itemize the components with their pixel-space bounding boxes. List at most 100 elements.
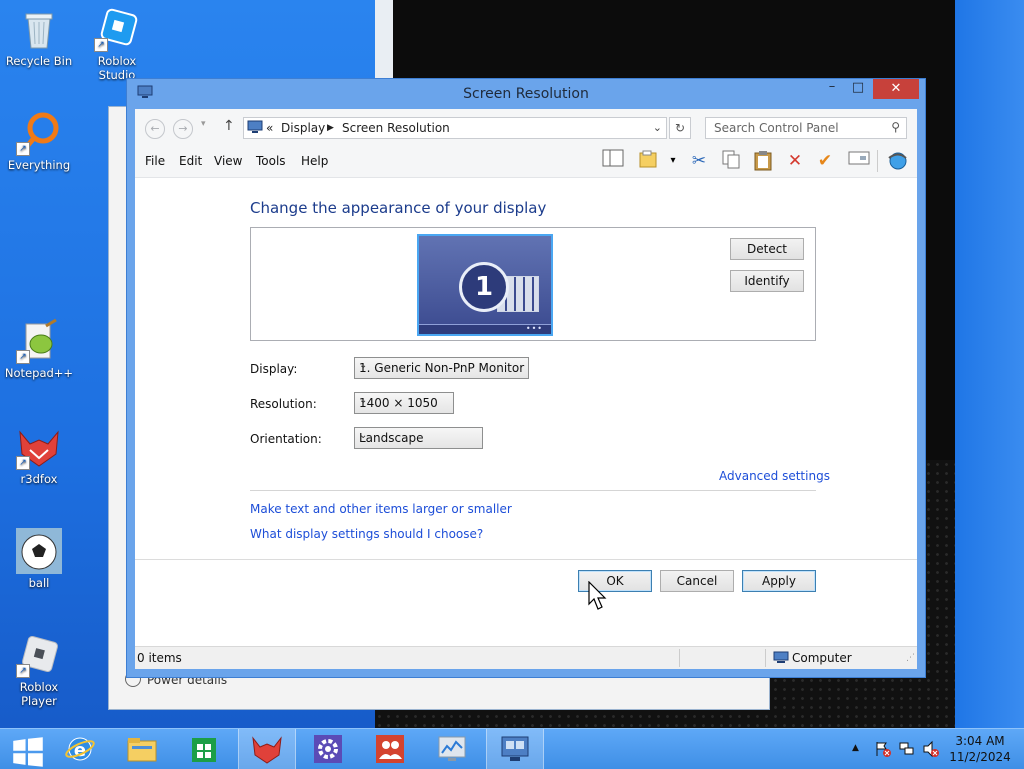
folder-views-icon[interactable] bbox=[637, 149, 661, 173]
control-panel-globe-icon[interactable] bbox=[885, 149, 909, 173]
network-icon[interactable] bbox=[898, 740, 916, 761]
clock-date: 11/2/2024 bbox=[949, 750, 1011, 764]
chevron-down-icon: ⌄ bbox=[359, 360, 368, 371]
desktop-icon-notepad-plus-plus[interactable]: ↗ Notepad++ bbox=[1, 318, 77, 380]
cut-icon[interactable]: ✂ bbox=[687, 149, 711, 173]
desktop-icon-roblox-player[interactable]: ↗ Roblox Player bbox=[1, 632, 77, 708]
desktop-icon-ball[interactable]: ball bbox=[1, 528, 77, 590]
monitor-1-preview[interactable]: 1 ••• bbox=[417, 234, 553, 336]
identify-button[interactable]: Identify bbox=[730, 270, 804, 292]
breadcrumb-overflow[interactable]: « bbox=[266, 121, 273, 135]
window-title: Screen Resolution bbox=[463, 86, 589, 102]
close-button[interactable]: ✕ bbox=[873, 79, 919, 99]
breadcrumb-screen-resolution[interactable]: Screen Resolution bbox=[342, 121, 450, 135]
taskbar-r3dfox[interactable] bbox=[238, 729, 296, 769]
resize-grip-icon[interactable]: ⋰ bbox=[906, 653, 915, 663]
forward-arrow-icon[interactable]: → bbox=[173, 119, 193, 139]
action-center-flag-icon[interactable] bbox=[874, 740, 892, 761]
gear-icon bbox=[314, 735, 342, 763]
soccer-ball-icon bbox=[16, 528, 62, 574]
orientation-select[interactable]: Landscape ⌄ bbox=[354, 427, 483, 449]
menu-view[interactable]: View bbox=[214, 154, 242, 168]
start-button[interactable] bbox=[0, 729, 50, 769]
refresh-icon[interactable]: ↻ bbox=[669, 117, 691, 139]
display-select[interactable]: 1. Generic Non-PnP Monitor ⌄ bbox=[354, 357, 529, 379]
tile-icon[interactable] bbox=[847, 149, 871, 173]
menu-file[interactable]: File bbox=[145, 154, 165, 168]
status-bar: 0 items Computer ⋰ bbox=[135, 646, 917, 669]
window-client-area: ← → ▾ ↑ « Display ▶ Screen Resolution ⌄ … bbox=[135, 109, 917, 669]
address-dropdown-icon[interactable]: ⌄ bbox=[653, 121, 662, 134]
back-arrow-icon[interactable]: ← bbox=[145, 119, 165, 139]
search-box[interactable]: ⚲ bbox=[705, 117, 907, 139]
desktop-icon-label: r3dfox bbox=[20, 472, 58, 486]
breadcrumb-display[interactable]: Display bbox=[281, 121, 325, 135]
toolbar-separator bbox=[877, 150, 878, 172]
footer-divider bbox=[135, 559, 917, 560]
taskbar-performance-monitor[interactable] bbox=[424, 729, 480, 769]
taskbar-clock[interactable]: 3:04 AM 11/2/2024 bbox=[944, 733, 1016, 765]
item-count: 0 items bbox=[137, 651, 182, 665]
advanced-settings-link[interactable]: Advanced settings bbox=[719, 469, 830, 483]
taskbar-store[interactable] bbox=[176, 729, 232, 769]
monitor-taskbar-graphic: ••• bbox=[419, 324, 551, 334]
detect-button[interactable]: Detect bbox=[730, 238, 804, 260]
tray-overflow-icon[interactable]: ▲ bbox=[852, 743, 859, 753]
taskbar-settings[interactable] bbox=[300, 729, 356, 769]
up-arrow-icon[interactable]: ↑ bbox=[223, 118, 235, 134]
search-icon[interactable]: ⚲ bbox=[891, 120, 900, 134]
desktop-icon-roblox-studio[interactable]: ↗ Roblox Studio bbox=[79, 6, 155, 82]
shortcut-arrow-icon: ↗ bbox=[16, 142, 30, 156]
properties-check-icon[interactable]: ✔ bbox=[813, 149, 837, 173]
address-bar: ← → ▾ ↑ « Display ▶ Screen Resolution ⌄ … bbox=[135, 109, 917, 145]
location-label: Computer bbox=[792, 651, 852, 665]
recent-pages-chevron-icon[interactable]: ▾ bbox=[201, 119, 206, 129]
desktop-icon-label: Roblox Player bbox=[19, 680, 59, 708]
recycle-bin-icon bbox=[16, 6, 62, 52]
people-icon bbox=[376, 735, 404, 763]
display-label: Display: bbox=[250, 362, 298, 376]
desktop-icon-recycle-bin[interactable]: Recycle Bin bbox=[1, 6, 77, 68]
shortcut-arrow-icon: ↗ bbox=[16, 456, 30, 470]
resolution-select[interactable]: 1400 × 1050 ⌄ bbox=[354, 392, 454, 414]
views-dropdown-icon[interactable]: ▾ bbox=[661, 149, 685, 173]
taskbar-file-explorer[interactable] bbox=[114, 729, 170, 769]
cancel-button[interactable]: Cancel bbox=[660, 570, 734, 592]
menu-tools[interactable]: Tools bbox=[256, 154, 286, 168]
breadcrumb[interactable]: « Display ▶ Screen Resolution ⌄ bbox=[243, 117, 667, 139]
delete-icon[interactable]: ✕ bbox=[783, 149, 807, 173]
minimize-button[interactable]: – bbox=[819, 79, 845, 99]
taskbar-internet-explorer[interactable]: e bbox=[52, 729, 108, 769]
windows-logo-icon bbox=[13, 737, 43, 767]
clock-time: 3:04 AM bbox=[955, 734, 1005, 748]
maximize-button[interactable]: □ bbox=[845, 79, 871, 99]
apply-button[interactable]: Apply bbox=[742, 570, 816, 592]
notepad-plus-plus-icon: ↗ bbox=[16, 318, 62, 364]
screen-resolution-window[interactable]: Screen Resolution – □ ✕ ← → ▾ ↑ « Displa… bbox=[126, 78, 926, 678]
search-input[interactable] bbox=[712, 118, 886, 138]
taskbar-display-settings[interactable] bbox=[486, 729, 544, 769]
display-preview-panel: 1 ••• Detect Identify bbox=[250, 227, 816, 341]
monitor-number: 1 bbox=[459, 262, 509, 312]
volume-muted-icon[interactable] bbox=[922, 740, 940, 761]
status-separator bbox=[679, 649, 680, 667]
text-size-link[interactable]: Make text and other items larger or smal… bbox=[250, 502, 512, 516]
desktop-icon-r3dfox[interactable]: ↗ r3dfox bbox=[1, 424, 77, 486]
menu-edit[interactable]: Edit bbox=[179, 154, 202, 168]
computer-status-icon bbox=[773, 651, 789, 667]
layout-pane-icon[interactable] bbox=[601, 149, 625, 173]
paste-icon[interactable] bbox=[751, 149, 775, 173]
desktop-icon-everything[interactable]: ↗ Everything bbox=[1, 110, 77, 172]
shortcut-arrow-icon: ↗ bbox=[16, 350, 30, 364]
copy-icon[interactable] bbox=[719, 149, 743, 173]
menu-help[interactable]: Help bbox=[301, 154, 328, 168]
shortcut-arrow-icon: ↗ bbox=[94, 38, 108, 52]
store-icon bbox=[192, 738, 216, 762]
title-bar[interactable]: Screen Resolution – □ ✕ bbox=[127, 79, 925, 109]
status-separator bbox=[765, 649, 766, 667]
section-divider bbox=[250, 490, 816, 491]
taskbar-people[interactable] bbox=[362, 729, 418, 769]
resolution-label: Resolution: bbox=[250, 397, 317, 411]
display-help-link[interactable]: What display settings should I choose? bbox=[250, 527, 483, 541]
page-title: Change the appearance of your display bbox=[250, 199, 547, 217]
